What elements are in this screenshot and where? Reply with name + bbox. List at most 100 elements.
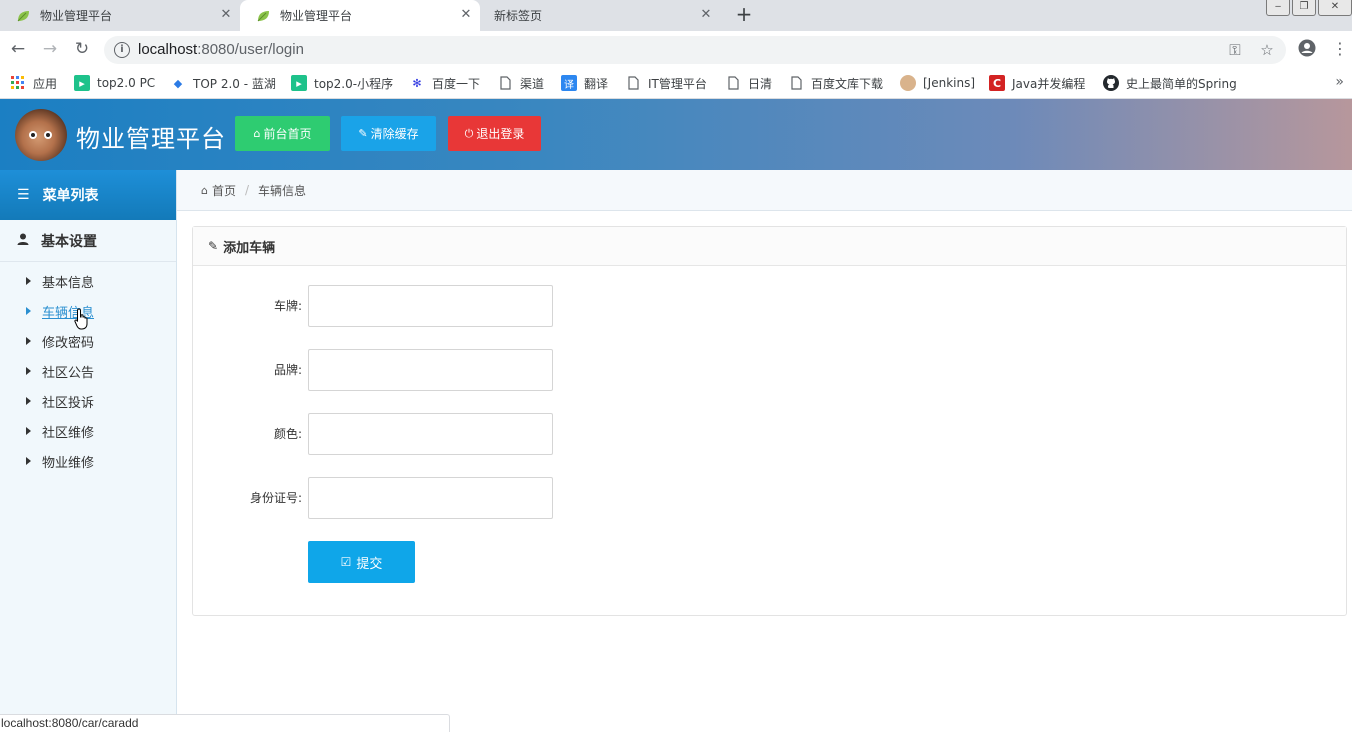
wrench-icon: ✎ bbox=[358, 127, 368, 140]
leaf-icon bbox=[256, 9, 270, 23]
bookmark-label: Java并发编程 bbox=[1012, 76, 1086, 91]
bookmark-label: top2.0-小程序 bbox=[314, 76, 394, 91]
bookmark-label: IT管理平台 bbox=[648, 76, 707, 91]
color-input[interactable] bbox=[308, 413, 553, 455]
bookmark-apps[interactable]: 应用 bbox=[10, 74, 57, 92]
bookmark-wenku[interactable]: 百度文库下载 bbox=[788, 74, 883, 92]
new-tab-icon[interactable]: + bbox=[733, 4, 755, 26]
sidebar-heading-label: 菜单列表 bbox=[42, 188, 99, 204]
plate-label: 车牌: bbox=[273, 299, 302, 313]
close-tab-icon[interactable]: ✕ bbox=[218, 7, 234, 23]
breadcrumb-current: 车辆信息 bbox=[258, 183, 307, 198]
tab-title: 物业管理平台 bbox=[280, 9, 353, 23]
avatar bbox=[15, 109, 67, 161]
bookmark-qudao[interactable]: 渠道 bbox=[497, 74, 544, 92]
sidebar-item-complaints[interactable]: 社区投诉 bbox=[26, 392, 95, 411]
jenkins-icon bbox=[900, 75, 916, 91]
logout-button[interactable]: ⏻ 退出登录 bbox=[448, 116, 541, 151]
bookmark-label: 史上最简单的Spring bbox=[1126, 76, 1237, 91]
add-vehicle-panel: ✎ 添加车辆 车牌: 品牌: 颜色: 身份证号: ☑ 提交 bbox=[192, 226, 1347, 616]
bookmark-label: TOP 2.0 - 蓝湖 bbox=[193, 76, 276, 91]
tab-title: 新标签页 bbox=[494, 9, 543, 23]
home-icon: ⌂ bbox=[201, 183, 208, 197]
bookmark-top2-pc[interactable]: ▸ top2.0 PC bbox=[74, 74, 155, 92]
sidebar-item-announcements[interactable]: 社区公告 bbox=[26, 362, 94, 381]
tab-title: 物业管理平台 bbox=[40, 9, 113, 23]
breadcrumb-home-link[interactable]: 首页 bbox=[212, 182, 236, 199]
sidebar-group-basic-settings[interactable]: 基本设置 bbox=[0, 220, 176, 262]
caret-right-icon bbox=[26, 457, 31, 465]
bookmarks-bar: 应用 ▸ top2.0 PC ◆ TOP 2.0 - 蓝湖 ▸ top2.0-小… bbox=[0, 68, 1352, 99]
bookmark-translate[interactable]: 译 翻译 bbox=[561, 74, 608, 92]
info-icon[interactable]: i bbox=[114, 42, 130, 58]
address-bar[interactable]: i localhost:8080/user/login ⚿ ☆ bbox=[104, 36, 1286, 64]
back-icon[interactable]: ← bbox=[8, 39, 28, 59]
sidebar-group-label: 基本设置 bbox=[41, 233, 97, 250]
id-number-label: 身份证号: bbox=[249, 491, 302, 505]
panel-title: 添加车辆 bbox=[223, 240, 276, 256]
id-number-input[interactable] bbox=[308, 477, 553, 519]
bookmark-baidu[interactable]: ✻ 百度一下 bbox=[409, 74, 480, 92]
logout-label: 退出登录 bbox=[476, 127, 525, 141]
home-icon: ⌂ bbox=[253, 127, 261, 140]
close-tab-icon[interactable]: ✕ bbox=[698, 7, 714, 23]
minimize-icon[interactable]: ‒ bbox=[1266, 0, 1290, 16]
power-icon: ⏻ bbox=[464, 126, 474, 140]
browser-tab-2-active[interactable]: 物业管理平台 ✕ bbox=[240, 0, 480, 31]
restore-icon[interactable]: ❐ bbox=[1292, 0, 1316, 16]
sidebar-item-property-repair[interactable]: 物业维修 bbox=[26, 452, 95, 471]
sidebar-item-label: 社区投诉 bbox=[42, 395, 95, 411]
avatar-eye bbox=[29, 131, 37, 139]
reload-icon[interactable]: ↻ bbox=[72, 39, 92, 59]
brand-input[interactable] bbox=[308, 349, 553, 391]
green-play-icon: ▸ bbox=[74, 75, 90, 91]
sidebar-item-change-password[interactable]: 修改密码 bbox=[26, 332, 95, 351]
plate-input[interactable] bbox=[308, 285, 553, 327]
sidebar-item-community-repair[interactable]: 社区维修 bbox=[26, 422, 95, 441]
close-tab-icon[interactable]: ✕ bbox=[458, 7, 474, 23]
sidebar-item-label: 物业维修 bbox=[42, 455, 95, 471]
bookmark-label: 百度一下 bbox=[432, 76, 481, 91]
account-icon[interactable] bbox=[1297, 39, 1317, 59]
key-icon[interactable]: ⚿ bbox=[1226, 41, 1244, 59]
baidu-paw-icon: ✻ bbox=[412, 76, 422, 90]
bookmark-spring[interactable]: 史上最简单的Spring bbox=[1103, 74, 1237, 92]
check-square-icon: ☑ bbox=[340, 555, 352, 569]
bookmark-label: 翻译 bbox=[584, 76, 609, 91]
translate-icon: 译 bbox=[561, 75, 577, 91]
sidebar-item-label: 社区维修 bbox=[42, 425, 95, 441]
form-row-brand: 品牌: bbox=[193, 349, 593, 391]
color-label: 颜色: bbox=[273, 427, 302, 441]
bookmark-label: top2.0 PC bbox=[97, 76, 156, 90]
bookmark-label: 日清 bbox=[748, 76, 773, 91]
star-icon[interactable]: ☆ bbox=[1258, 41, 1276, 59]
menu-dots-icon[interactable]: ⋮ bbox=[1330, 39, 1350, 59]
sidebar-item-label: 修改密码 bbox=[42, 335, 95, 351]
github-icon bbox=[1103, 75, 1119, 91]
page-icon bbox=[725, 75, 741, 91]
forward-icon[interactable]: → bbox=[40, 39, 60, 59]
bookmark-java[interactable]: C Java并发编程 bbox=[989, 74, 1085, 92]
page-icon bbox=[788, 75, 804, 91]
bookmark-top2-miniapp[interactable]: ▸ top2.0-小程序 bbox=[291, 74, 393, 92]
sidebar-item-basic-info[interactable]: 基本信息 bbox=[26, 272, 94, 291]
browser-tab-3[interactable]: 新标签页 ✕ bbox=[480, 0, 720, 31]
browser-tab-1[interactable]: 物业管理平台 ✕ bbox=[0, 0, 240, 31]
apps-grid-icon bbox=[10, 75, 26, 91]
bookmark-riqing[interactable]: 日清 bbox=[725, 74, 772, 92]
caret-right-icon bbox=[26, 307, 31, 315]
caret-right-icon bbox=[26, 427, 31, 435]
clear-cache-button[interactable]: ✎ 清除缓存 bbox=[341, 116, 436, 151]
bookmark-it-platform[interactable]: IT管理平台 bbox=[625, 74, 707, 92]
bookmark-jenkins[interactable]: [Jenkins] bbox=[900, 74, 975, 92]
submit-button[interactable]: ☑ 提交 bbox=[308, 541, 415, 583]
bookmarks-more-icon[interactable]: » bbox=[1335, 74, 1344, 90]
home-button[interactable]: ⌂ 前台首页 bbox=[235, 116, 330, 151]
hand-cursor-icon bbox=[74, 308, 90, 334]
caret-right-icon bbox=[26, 367, 31, 375]
red-c-icon: C bbox=[989, 75, 1005, 91]
clear-cache-label: 清除缓存 bbox=[370, 127, 419, 141]
bookmark-lanhu[interactable]: ◆ TOP 2.0 - 蓝湖 bbox=[170, 74, 276, 92]
breadcrumb-separator: / bbox=[245, 183, 250, 197]
close-window-icon[interactable]: ✕ bbox=[1318, 0, 1352, 16]
